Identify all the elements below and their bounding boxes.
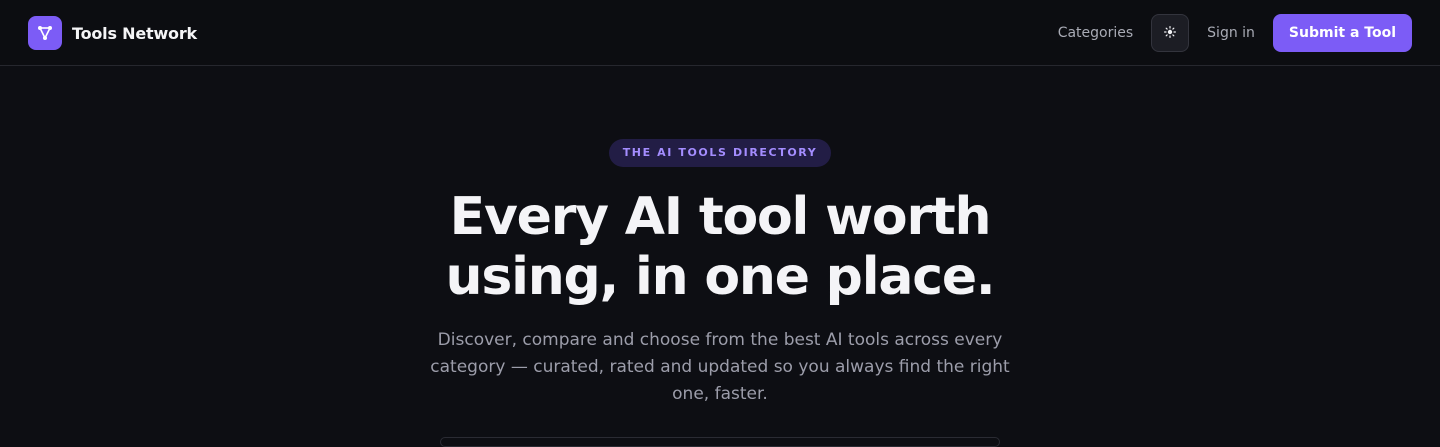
brand-home-link[interactable]: Tools Network — [28, 16, 197, 50]
submit-tool-button[interactable]: Submit a Tool — [1272, 14, 1412, 52]
theme-toggle-button[interactable] — [1151, 14, 1190, 52]
nav-actions: Categories Sign in Submit a Tool — [1058, 14, 1412, 52]
top-navbar: Tools Network Categories Sign in Submit … — [0, 0, 1440, 66]
network-nodes-icon — [28, 16, 62, 50]
hero-section: THE AI TOOLS DIRECTORY Every AI tool wor… — [0, 67, 1440, 408]
sun-icon — [1164, 25, 1177, 41]
eyebrow-badge: THE AI TOOLS DIRECTORY — [608, 139, 832, 167]
sign-in-link[interactable]: Sign in — [1207, 25, 1255, 41]
brand-name: Tools Network — [72, 23, 197, 43]
hero-headline: Every AI tool worth using, in one place. — [445, 187, 996, 307]
categories-link[interactable]: Categories — [1058, 25, 1133, 41]
hero-subhead: Discover, compare and choose from the be… — [430, 330, 1010, 404]
search-bar-edge[interactable] — [440, 437, 1000, 447]
